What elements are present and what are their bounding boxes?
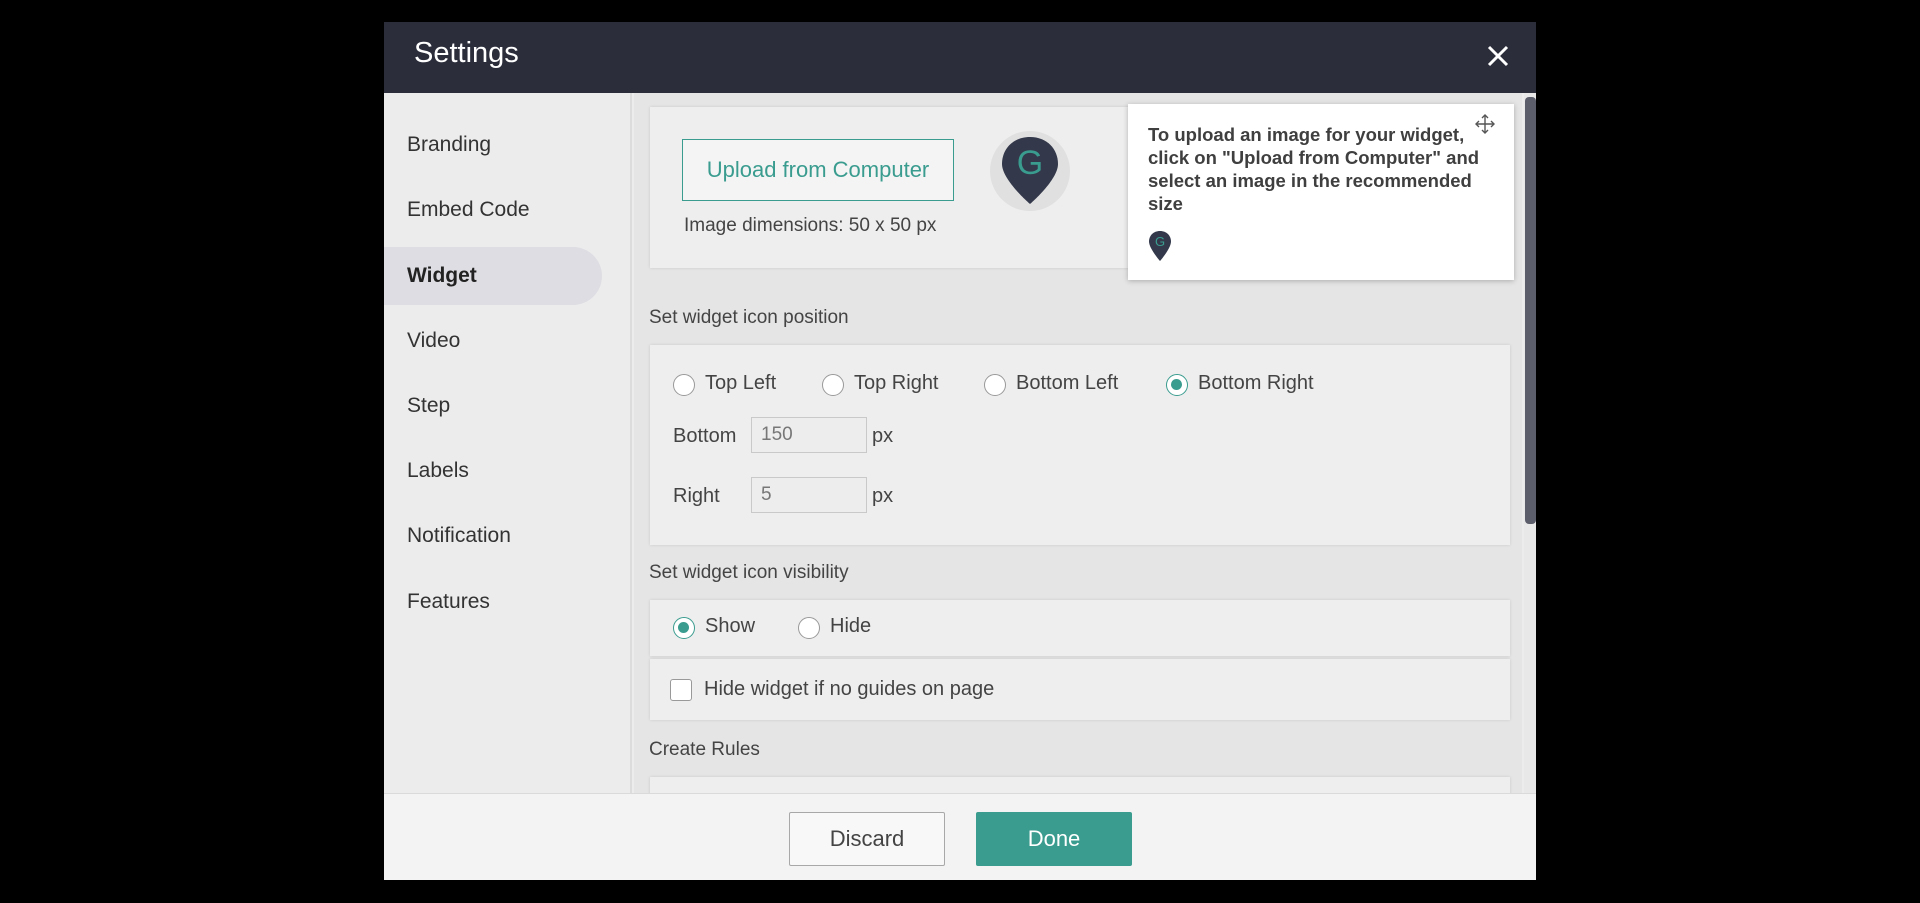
svg-text:G: G [1017,144,1043,182]
bottom-offset-input[interactable] [751,417,867,453]
right-offset-label: Right [673,485,720,507]
sidebar-item-features[interactable]: Features [384,573,602,631]
sidebar-item-notification[interactable]: Notification [384,507,602,565]
radio-top-right[interactable] [822,374,844,396]
sidebar-item-widget[interactable]: Widget [384,247,602,305]
map-pin-g-icon: G [1002,137,1058,204]
rules-section-label: Create Rules [649,739,760,760]
sidebar-item-branding[interactable]: Branding [384,116,602,174]
hide-if-none-panel: Hide widget if no guides on page [650,659,1510,720]
close-icon [1487,45,1509,67]
done-button[interactable]: Done [976,812,1132,866]
visibility-section-label: Set widget icon visibility [649,562,849,583]
close-button[interactable] [1478,36,1518,76]
sidebar-item-embed-code[interactable]: Embed Code [384,181,602,239]
scrollbar-thumb[interactable] [1525,97,1536,524]
bottom-offset-unit: px [872,425,894,447]
tooltip-text: To upload an image for your widget, clic… [1148,124,1480,214]
svg-text:G: G [1155,234,1165,249]
radio-label-bottom-right: Bottom Right [1198,372,1314,394]
radio-label-bottom-left: Bottom Left [1016,372,1119,394]
sidebar-item-step[interactable]: Step [384,377,602,435]
radio-label-show: Show [705,615,756,637]
position-section-label: Set widget icon position [649,307,849,328]
radio-top-left[interactable] [673,374,695,396]
tooltip-pin-preview: G [1148,230,1172,267]
modal-footer: Discard Done [384,793,1536,880]
upload-help-tooltip: To upload an image for your widget, clic… [1128,104,1514,280]
hide-if-no-guides-label: Hide widget if no guides on page [704,678,995,700]
map-pin-g-icon: G [1149,231,1171,261]
sidebar-item-video[interactable]: Video [384,312,602,370]
upload-from-computer-button[interactable]: Upload from Computer [682,139,954,201]
radio-label-top-right: Top Right [854,372,939,394]
move-cursor-icon [1474,113,1496,140]
image-dimensions-text: Image dimensions: 50 x 50 px [684,215,937,236]
modal-header: Settings [384,22,1536,93]
right-offset-input[interactable] [751,477,867,513]
hide-if-no-guides-checkbox[interactable] [670,679,692,701]
discard-button[interactable]: Discard [789,812,945,866]
radio-bottom-right[interactable] [1166,374,1188,396]
sidebar: Branding Embed Code Widget Video Step La… [384,93,632,793]
radio-hide[interactable] [798,617,820,639]
sidebar-item-labels[interactable]: Labels [384,442,602,500]
right-offset-unit: px [872,485,894,507]
radio-label-top-left: Top Left [705,372,777,394]
widget-icon-preview: G [990,131,1070,211]
modal-title: Settings [414,37,519,69]
radio-show[interactable] [673,617,695,639]
bottom-offset-label: Bottom [673,425,737,447]
visibility-panel: Show Hide [650,600,1510,656]
rules-panel [650,777,1510,793]
radio-label-hide: Hide [830,615,872,637]
radio-bottom-left[interactable] [984,374,1006,396]
position-panel: Top Left Top Right Bottom Left Bottom Ri… [650,345,1510,545]
